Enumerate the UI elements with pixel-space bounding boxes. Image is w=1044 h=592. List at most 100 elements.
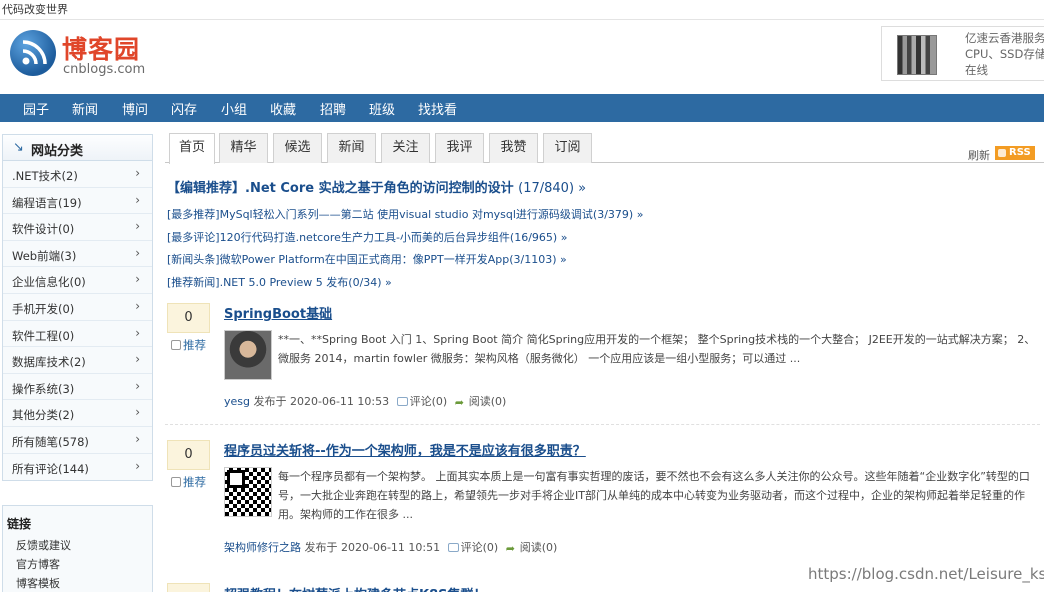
post-comments[interactable]: 评论(0) — [461, 541, 499, 554]
source-watermark: https://blog.csdn.net/Leisure_ksj — [808, 565, 1044, 583]
post-reads[interactable]: 阅读(0) — [520, 541, 558, 554]
sidebar-item-web[interactable]: Web前端(3) › — [3, 241, 152, 268]
nav-jobs[interactable]: 招聘 — [320, 99, 346, 118]
post-reads[interactable]: 阅读(0) — [469, 395, 507, 408]
chevron-right-icon: › — [135, 192, 140, 207]
ad-banner[interactable]: 亿速云香港服务 CPU、SSD存储 在线 — [881, 26, 1044, 81]
tab-candidates[interactable]: 候选 — [273, 133, 322, 163]
nav-questions[interactable]: 博问 — [122, 99, 148, 118]
chevron-right-icon: › — [135, 458, 140, 473]
tab-my-comments[interactable]: 我评 — [435, 133, 484, 163]
digg-button[interactable]: 推荐 — [171, 474, 206, 490]
sidebar-item-enterprise[interactable]: 企业信息化(0) › — [3, 267, 152, 294]
post-title[interactable]: 超强教程！在树莓派上构建多节点K8S集群！ — [224, 584, 486, 592]
vote-count: 0 — [167, 440, 210, 470]
vote-count — [167, 583, 210, 592]
server-rack-image — [897, 35, 937, 75]
sidebar-item-all-comments[interactable]: 所有评论(144) › — [3, 454, 152, 481]
chevron-right-icon: › — [135, 431, 140, 446]
link-feedback[interactable]: 反馈或建议 — [16, 537, 71, 553]
post-author[interactable]: 架构师修行之路 — [224, 541, 301, 554]
post-author[interactable]: yesg — [224, 395, 250, 408]
refresh-link[interactable]: 刷新 — [968, 147, 990, 163]
sidebar-item-label: 数据库技术(2) — [12, 355, 86, 370]
top-divider — [0, 19, 1044, 20]
chevron-right-icon: › — [135, 325, 140, 340]
nav-ing[interactable]: 闪存 — [171, 99, 197, 118]
sidebar-item-programming[interactable]: 编程语言(19) › — [3, 188, 152, 215]
post-item: 0 推荐 SpringBoot基础 **一、**Spring Boot 入门 1… — [165, 303, 1044, 413]
post-tabs: 首页 精华 候选 新闻 关注 我评 我赞 订阅 — [165, 133, 1044, 164]
link-official-blog[interactable]: 官方博客 — [16, 556, 60, 572]
rss-button[interactable]: RSS — [995, 146, 1035, 160]
post-title[interactable]: 程序员过关斩将--作为一个架构师，我是不是应该有很多职责？ — [224, 440, 586, 459]
nav-classes[interactable]: 班级 — [369, 99, 395, 118]
nav-search[interactable]: 找找看 — [418, 99, 457, 118]
tab-home[interactable]: 首页 — [169, 133, 215, 164]
category-sidebar: ↘ 网站分类 .NET技术(2) › 编程语言(19) › 软件设计(0) › Web… — [2, 134, 153, 482]
chevron-right-icon: › — [135, 378, 140, 393]
rec-headline-news[interactable]: [新闻头条]微软Power Platform在中国正式商用：像PPT一样开发Ap… — [167, 251, 567, 267]
sidebar-item-database[interactable]: 数据库技术(2) › — [3, 347, 152, 374]
sidebar-item-software-eng[interactable]: 软件工程(0) › — [3, 321, 152, 348]
sidebar-item-label: 所有随笔(578) — [12, 434, 89, 449]
tab-featured[interactable]: 精华 — [219, 133, 268, 163]
sidebar-item-other[interactable]: 其他分类(2) › — [3, 400, 152, 427]
nav-news[interactable]: 新闻 — [72, 99, 98, 118]
rec-recommended-news[interactable]: [推荐新闻].NET 5.0 Preview 5 发布(0/34) » — [167, 274, 392, 290]
chevron-right-icon: › — [135, 272, 140, 287]
sidebar-item-label: 所有评论(144) — [12, 461, 89, 476]
arrow-down-right-icon: ↘ — [13, 140, 24, 155]
post-meta: 架构师修行之路 发布于 2020-06-11 10:51 评论(0) ➦ 阅读(0… — [224, 539, 557, 555]
logo-cn-text: 博客园 — [62, 35, 141, 64]
chevron-right-icon: › — [135, 219, 140, 234]
ad-line-1: 亿速云香港服务 — [965, 31, 1044, 45]
tab-news[interactable]: 新闻 — [327, 133, 376, 163]
comment-icon — [447, 543, 459, 552]
author-avatar[interactable] — [224, 330, 272, 380]
sidebar-item-label: .NET技术(2) — [12, 169, 78, 183]
sidebar-item-mobile[interactable]: 手机开发(0) › — [3, 294, 152, 321]
links-title: 链接 — [7, 517, 32, 531]
sidebar-item-design[interactable]: 软件设计(0) › — [3, 214, 152, 241]
chevron-right-icon: › — [135, 405, 140, 420]
chevron-right-icon: › — [135, 166, 140, 180]
post-divider — [165, 424, 1040, 425]
nav-groups[interactable]: 小组 — [221, 99, 247, 118]
rec-most-commented[interactable]: [最多评论]120行代码打造.netcore生产力工具-小而美的后台异步组件(1… — [167, 229, 567, 245]
qr-code-avatar[interactable] — [224, 467, 272, 517]
tab-subscriptions[interactable]: 订阅 — [543, 133, 592, 163]
nav-yuanzi[interactable]: 园子 — [23, 99, 49, 118]
post-title[interactable]: SpringBoot基础 — [224, 303, 332, 322]
sidebar-title: 网站分类 — [31, 144, 84, 159]
post-meta: yesg 发布于 2020-06-11 10:53 评论(0) ➦ 阅读(0) — [224, 393, 506, 409]
post-date: 发布于 2020-06-11 10:51 — [304, 541, 441, 554]
main-nav: 园子 新闻 博问 闪存 小组 收藏 招聘 班级 找找看 — [0, 94, 1044, 122]
site-logo[interactable]: 博客园 cnblogs.com — [8, 28, 158, 84]
editor-headline[interactable]: 【编辑推荐】.Net Core 实战之基于角色的访问控制的设计 (17/840)… — [167, 177, 586, 196]
thumbs-up-icon — [171, 477, 181, 487]
headline-count: (17/840) » — [518, 181, 587, 196]
link-blog-templates[interactable]: 博客模板 — [16, 575, 60, 591]
sidebar-item-label: 编程语言(19) — [12, 195, 82, 210]
headline-text: 【编辑推荐】.Net Core 实战之基于角色的访问控制的设计 — [167, 181, 514, 196]
post-date: 发布于 2020-06-11 10:53 — [253, 395, 390, 408]
nav-favorites[interactable]: 收藏 — [270, 99, 296, 118]
tab-following[interactable]: 关注 — [381, 133, 430, 163]
post-item: 超强教程！在树莓派上构建多节点K8S集群！ — [165, 583, 1044, 592]
sidebar-item-os[interactable]: 操作系统(3) › — [3, 374, 152, 401]
sidebar-item-dotnet[interactable]: .NET技术(2) › — [3, 161, 152, 188]
vote-count: 0 — [167, 303, 210, 333]
sidebar-item-label: Web前端(3) — [12, 248, 77, 263]
digg-button[interactable]: 推荐 — [171, 337, 206, 353]
tab-my-likes[interactable]: 我赞 — [489, 133, 538, 163]
sidebar-item-label: 其他分类(2) — [12, 408, 75, 423]
sidebar-item-all-posts[interactable]: 所有随笔(578) › — [3, 427, 152, 454]
post-comments[interactable]: 评论(0) — [410, 395, 448, 408]
logo-en-text: cnblogs.com — [63, 62, 146, 77]
comment-icon — [396, 397, 408, 406]
rec-most-recommended[interactable]: [最多推荐]MySql轻松入门系列——第二站 使用visual studio 对… — [167, 206, 643, 222]
sidebar-item-label: 软件设计(0) — [12, 222, 75, 237]
read-arrow-icon: ➦ — [505, 542, 515, 555]
sidebar-item-label: 手机开发(0) — [12, 301, 75, 316]
